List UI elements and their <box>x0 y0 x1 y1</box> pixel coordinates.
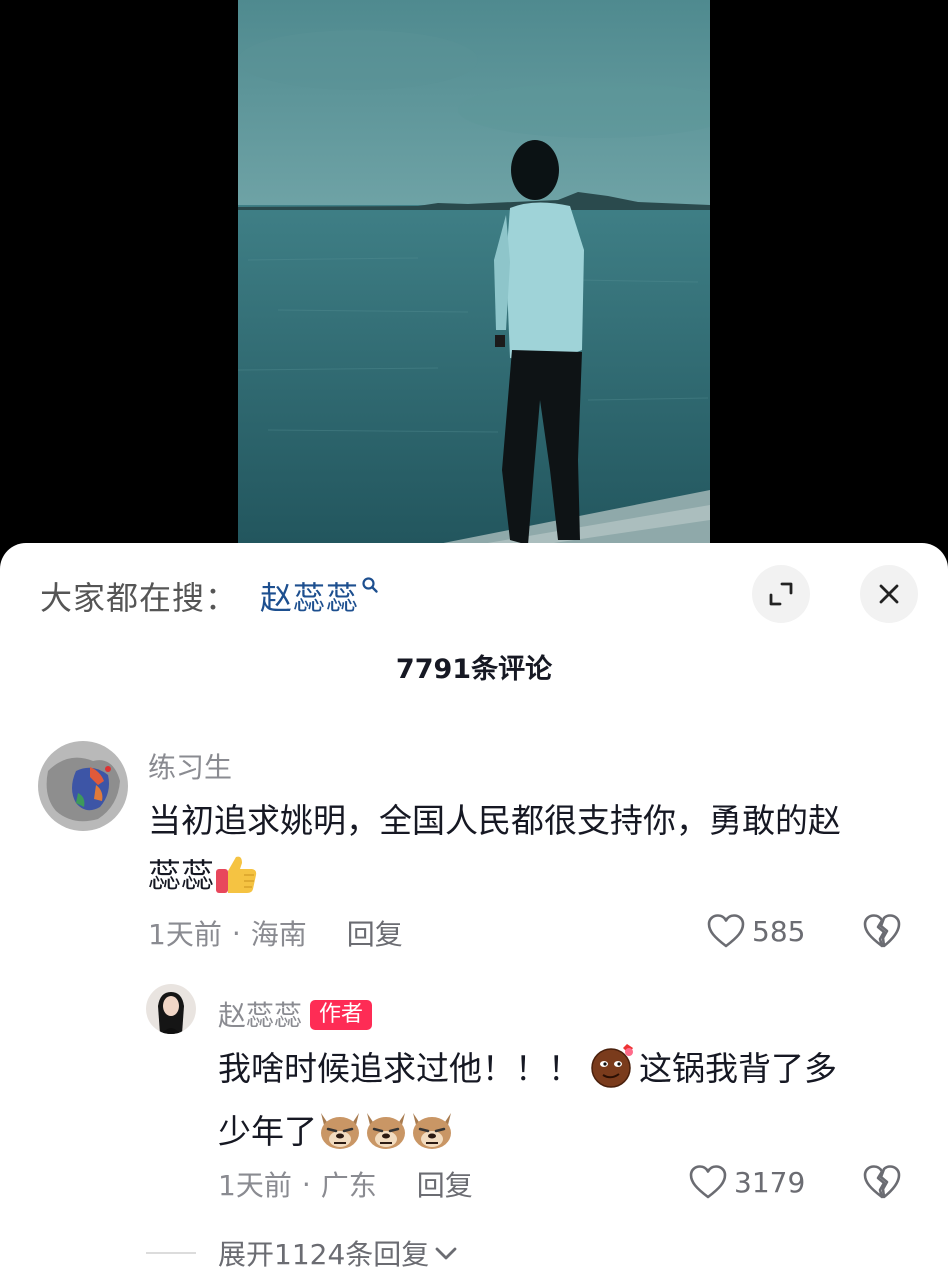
reply-like-count: 3179 <box>734 1165 806 1199</box>
fullscreen-button[interactable] <box>752 565 810 623</box>
search-icon[interactable] <box>361 576 379 598</box>
comment-text-line2: 蕊蕊 <box>148 856 214 895</box>
video-frame[interactable] <box>238 0 710 560</box>
reply-text-line: 少年了 <box>218 1104 837 1167</box>
map-avatar-image <box>38 741 128 831</box>
meta-separator: · <box>231 916 241 950</box>
author-avatar[interactable] <box>146 984 196 1034</box>
meta-separator: · <box>301 1167 311 1201</box>
reply-username[interactable]: 赵蕊蕊 <box>218 999 302 1032</box>
expand-replies-button[interactable]: 展开1124条回复 <box>146 1233 459 1273</box>
comment-meta: 1天前 · 海南 回复 <box>148 913 403 953</box>
close-button[interactable] <box>860 565 918 623</box>
broken-heart-icon <box>863 1165 901 1199</box>
search-term-link[interactable]: 赵蕊蕊 <box>260 573 359 619</box>
reply-username-row: 赵蕊蕊 作者 <box>218 994 373 1034</box>
smirk-emoji-icon <box>589 1044 635 1104</box>
like-count: 585 <box>752 914 806 948</box>
reply-button[interactable]: 回复 <box>347 913 403 953</box>
reply-time: 1天前 <box>218 1169 292 1202</box>
close-icon <box>879 584 899 604</box>
comment-time: 1天前 <box>148 918 222 951</box>
dog-emoji-icon <box>409 1109 455 1167</box>
comment-location: 海南 <box>250 918 307 951</box>
chevron-down-icon <box>435 1247 457 1260</box>
heart-icon <box>707 914 745 948</box>
reply-text-part1: 我啥时候追求过他！！！ <box>218 1049 581 1088</box>
search-prefix-label: 大家都在搜： <box>40 579 239 617</box>
reply-dislike-button[interactable] <box>862 1164 902 1204</box>
comment-sheet: 大家都在搜： 赵蕊蕊 7791条评论 练习生 当初追求姚明，全国人民都很支持你，… <box>0 543 948 1285</box>
thumbs-up-icon <box>214 855 258 911</box>
reply-like-button[interactable]: 3179 <box>688 1164 805 1200</box>
expand-icon <box>769 582 793 606</box>
heart-icon <box>689 1165 727 1199</box>
reply-meta: 1天前 · 广东 回复 <box>218 1164 473 1204</box>
comment-count-title: 7791条评论 <box>395 654 553 685</box>
trending-search-bar: 大家都在搜： 赵蕊蕊 <box>40 571 379 621</box>
author-badge: 作者 <box>310 1000 373 1030</box>
video-player[interactable] <box>0 0 948 560</box>
comment-text: 当初追求姚明，全国人民都很支持你，勇敢的赵 蕊蕊 <box>148 793 841 911</box>
divider-line <box>146 1252 196 1254</box>
reply-text-part2: 这锅我背了多 <box>639 1049 837 1088</box>
comment-username[interactable]: 练习生 <box>148 746 232 786</box>
like-button[interactable]: 585 <box>706 913 805 949</box>
comment-text-line: 蕊蕊 <box>148 848 841 911</box>
broken-heart-icon <box>863 914 901 948</box>
comment-text-line: 当初追求姚明，全国人民都很支持你，勇敢的赵 <box>148 801 841 840</box>
reply-location: 广东 <box>320 1169 377 1202</box>
dog-emoji-icon <box>317 1109 363 1167</box>
author-avatar-image <box>146 984 196 1034</box>
reply-text-line2: 少年了 <box>218 1112 317 1151</box>
reply-text: 我啥时候追求过他！！！ 这锅我背了多 少年了 <box>218 1041 837 1167</box>
reply-button[interactable]: 回复 <box>417 1164 473 1204</box>
video-still-image <box>238 0 710 560</box>
avatar[interactable] <box>38 741 128 831</box>
reply-text-line: 我啥时候追求过他！！！ 这锅我背了多 <box>218 1041 837 1104</box>
dog-emoji-icon <box>363 1109 409 1167</box>
expand-replies-label: 展开1124条回复 <box>218 1238 430 1271</box>
dislike-button[interactable] <box>862 913 902 953</box>
